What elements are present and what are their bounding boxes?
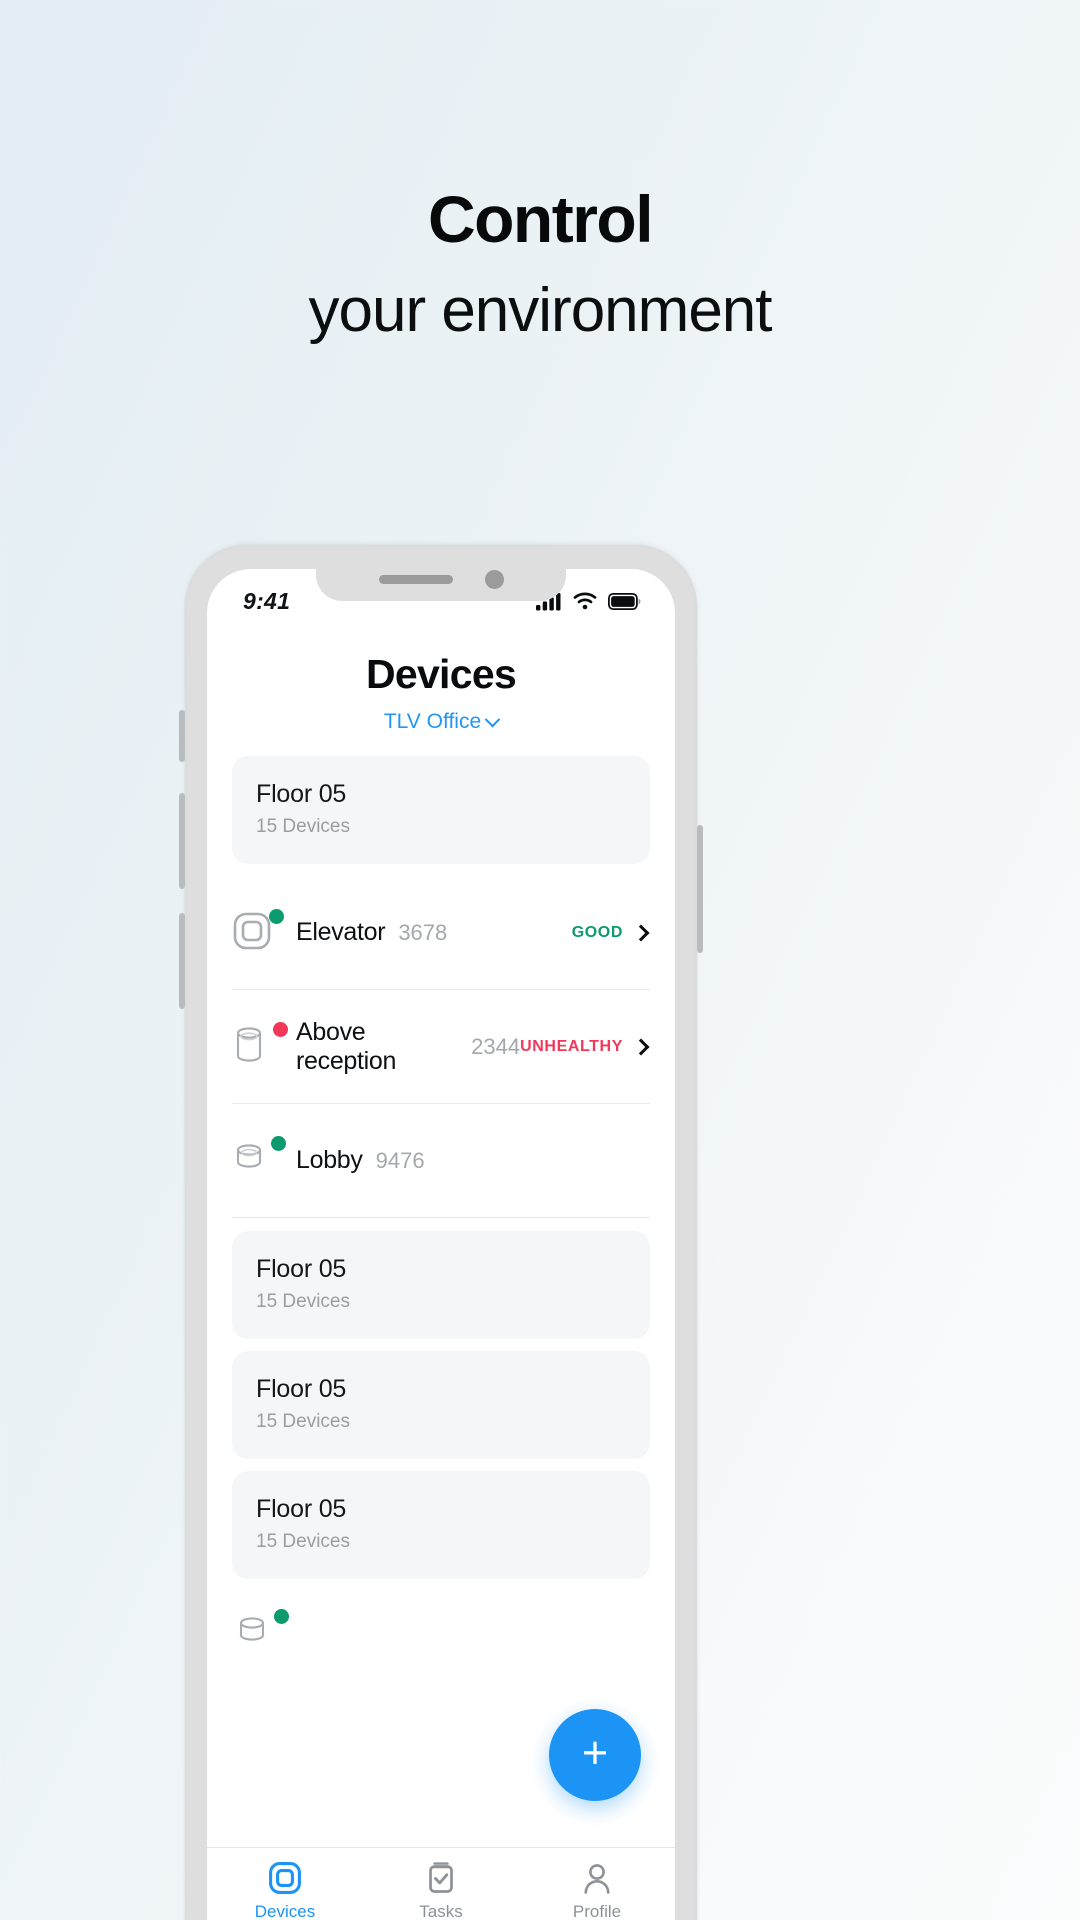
device-status-dot [274,1609,289,1624]
floor-name: Floor 05 [256,1375,347,1403]
app-header: Devices TLV Office [207,627,675,734]
floor-card[interactable]: Floor 05 15 Devices [232,1471,650,1579]
clipboard-check-icon [429,1862,453,1893]
device-id: 3678 [398,919,448,945]
device-status-dot [273,1021,288,1037]
floor-name: Floor 05 [256,1495,347,1523]
battery-full-icon [608,592,641,610]
tall-cylinder-sensor-icon [236,1026,262,1062]
add-device-fab[interactable]: + [549,1709,641,1801]
bottom-tab-bar[interactable]: Devices Tasks Profile [207,1847,675,1920]
subheadline: your environment [308,276,772,345]
device-row[interactable]: Above reception 2344 UNHEALTHY [232,990,650,1104]
marketing-copy: Control your environment [0,0,1080,342]
volume-down-button[interactable] [179,913,185,1009]
volume-up-button[interactable] [179,793,185,889]
floor-card[interactable]: Floor 05 15 Devices [232,1231,650,1339]
tab-profile[interactable]: Profile [519,1861,675,1920]
floor-device-count: 15 Devices [256,816,350,837]
phone-screen: 9:41 Devices TLV Office Floor 05 15 Devi… [207,569,675,1920]
chevron-down-icon [484,711,501,727]
status-badge: GOOD [571,923,623,941]
headline: Control [427,182,654,256]
tab-profile-label: Profile [572,1902,622,1920]
devices-square-icon [269,1862,301,1894]
floor-device-count: 15 Devices [256,1291,350,1312]
tab-tasks[interactable]: Tasks [363,1861,519,1920]
floor-name: Floor 05 [256,780,347,808]
floor-card[interactable]: Floor 05 15 Devices [232,756,650,864]
device-row[interactable]: Elevator 3678 GOOD [232,876,650,990]
device-id: 9476 [375,1147,425,1173]
front-camera [484,569,504,589]
phone-mockup: 9:41 Devices TLV Office Floor 05 15 Devi… [179,545,703,1920]
device-name: Lobby [296,1146,363,1174]
office-selector-label: TLV Office [383,710,482,733]
floor-device-count: 15 Devices [256,1531,350,1552]
office-selector[interactable]: TLV Office [207,710,675,734]
device-icon-wrap [235,1609,291,1647]
status-badge: UNHEALTHY [520,1037,623,1055]
status-bar-clock: 9:41 [243,587,291,614]
page-title: Devices [365,651,517,697]
chevron-right-icon[interactable] [632,1038,650,1055]
power-button[interactable] [697,825,703,953]
mute-switch-button[interactable] [179,710,185,762]
floor-name: Floor 05 [256,1255,347,1283]
device-icon-wrap [232,908,288,957]
tab-devices-label: Devices [254,1902,316,1920]
rounded-square-sensor-icon [233,912,271,949]
tab-devices[interactable]: Devices [207,1861,363,1920]
device-row-partial[interactable] [232,1591,650,1647]
earpiece-speaker [378,574,453,584]
wifi-icon [573,592,597,610]
short-cylinder-sensor-icon [239,1617,265,1641]
device-status-dot [271,1135,286,1151]
device-status-wrap: GOOD [571,923,650,942]
device-name: Elevator [296,918,386,946]
device-row[interactable]: Lobby 9476 [232,1104,650,1218]
notch [316,569,566,601]
devices-list[interactable]: Floor 05 15 Devices Elevator 3678 GOOD A… [207,734,675,1647]
tab-tasks-label: Tasks [419,1902,463,1920]
floor-card[interactable]: Floor 05 15 Devices [232,1351,650,1459]
device-status-dot [269,908,284,924]
chevron-right-icon[interactable] [632,924,650,941]
device-icon-wrap [232,1135,288,1185]
short-cylinder-sensor-icon [236,1143,262,1168]
device-status-wrap: UNHEALTHY [520,1037,650,1056]
device-id: 2344 [471,1033,521,1059]
device-name: Above reception [296,1017,397,1075]
person-icon [584,1864,610,1894]
floor-device-count: 15 Devices [256,1411,350,1432]
plus-icon: + [581,1726,609,1778]
device-icon-wrap [232,1021,288,1071]
status-bar: 9:41 [207,569,675,627]
